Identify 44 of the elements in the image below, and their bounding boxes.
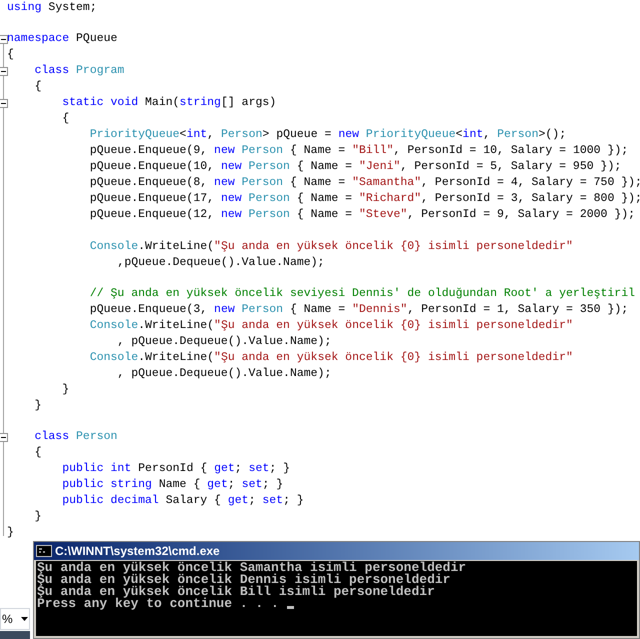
code-line: Console.WriteLine("Şu anda en yüksek öncelik {0} isimli personeldedir" <box>88 318 573 334</box>
code-line: { <box>61 111 70 128</box>
collapse-icon[interactable] <box>0 99 8 108</box>
code-line: } <box>7 525 14 541</box>
collapse-icon[interactable] <box>0 35 8 44</box>
code-line: pQueue.Enqueue(17, new Person { Name = "Richard", PersonId = 3, Salary = 800 }); <box>88 191 640 208</box>
code-line: pQueue.Enqueue(12, new Person { Name = "Steve", PersonId = 9, Salary = 2000 }); <box>88 207 636 224</box>
text-cursor <box>286 606 294 609</box>
code-line: Console.WriteLine("Şu anda en yüksek öncelik {0} isimli personeldedir" <box>88 350 573 366</box>
code-comment: // Şu anda en yüksek öncelik seviyesi Dennis' de olduğundan Root' a yerleştiril <box>88 286 636 302</box>
code-line: public string Name { get; set; } <box>61 477 284 493</box>
code-line: public decimal Salary { get; set; } <box>61 493 304 509</box>
code-line: PriorityQueue<int, Person> pQueue = new PriorityQueue<int, Person>(); <box>88 127 566 144</box>
code-line: } <box>61 382 70 398</box>
zoom-dropdown[interactable]: % <box>0 608 30 630</box>
code-line: ,pQueue.Dequeue().Value.Name); <box>116 254 324 270</box>
code-line: , pQueue.Dequeue().Value.Name); <box>116 366 332 382</box>
code-line: static void Main(string[] args) <box>61 95 276 112</box>
code-line: } <box>34 398 42 414</box>
code-line: class Person <box>34 429 118 445</box>
code-line: { <box>34 79 42 96</box>
console-icon <box>36 545 52 557</box>
code-line: { <box>34 445 42 461</box>
collapse-icon[interactable] <box>0 433 8 442</box>
code-line: pQueue.Enqueue(10, new Person { Name = "Jeni", PersonId = 5, Salary = 950 }); <box>88 159 622 176</box>
code-line: pQueue.Enqueue(9, new Person { Name = "Bill", PersonId = 10, Salary = 1000 }); <box>88 143 628 160</box>
code-line: namespace PQueue <box>7 31 118 48</box>
code-line: } <box>34 509 42 525</box>
caret-icon <box>21 617 28 621</box>
code-line: Console.WriteLine("Şu anda en yüksek öncelik {0} isimli personeldedir" <box>88 238 573 254</box>
panel-strip <box>0 631 30 639</box>
collapse-icon[interactable] <box>0 67 8 76</box>
code-line: pQueue.Enqueue(8, new Person { Name = "Samantha", PersonId = 4, Salary = 750 }); <box>88 175 640 192</box>
code-line: { <box>7 47 14 64</box>
code-line: public int PersonId { get; set; } <box>61 461 290 477</box>
code-line: class Program <box>34 63 124 80</box>
code-line: pQueue.Enqueue(3, new Person { Name = "Dennis", PersonId = 1, Salary = 350 }); <box>88 302 628 318</box>
console-line: Şu anda en yüksek öncelik Dennis isimli personeldedir <box>37 574 450 586</box>
code-line: using System; <box>7 0 97 16</box>
console-line: Şu anda en yüksek öncelik Bill isimli personeldedir <box>37 586 435 598</box>
window-title: C:\WINNT\system32\cmd.exe <box>55 543 220 560</box>
code-line: , pQueue.Dequeue().Value.Name); <box>116 334 332 350</box>
console-line: Press any key to continue . . . <box>37 598 280 610</box>
console-line: Şu anda en yüksek öncelik Samantha isimli personeldedir <box>37 562 466 574</box>
